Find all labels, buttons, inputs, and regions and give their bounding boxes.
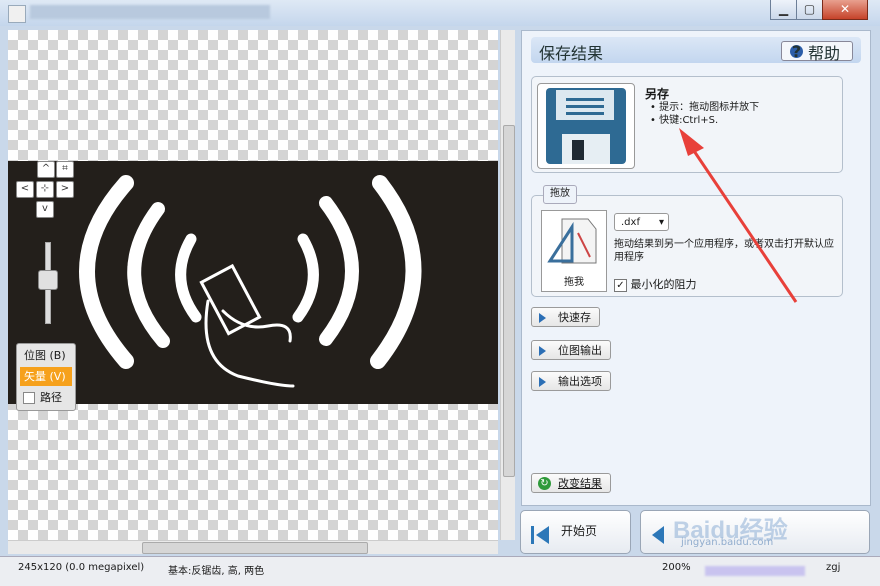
minimize-drag-checkbox[interactable]: ✓ — [614, 278, 627, 292]
image-canvas[interactable]: ^ ⌗ < ⊹ > v 位图 (B) 矢量 (V) 路径 — [8, 30, 498, 540]
save-as-hints: • 提示：拖动图标并放下 • 快键:Ctrl+S. — [650, 101, 759, 127]
card-shape — [199, 263, 262, 336]
drafting-icon — [547, 218, 597, 264]
back-button[interactable]: Baidu经验 jingyan.baidu.com — [640, 510, 870, 554]
mode-path-label: 路径 — [40, 391, 62, 404]
save-as-card: 另存 • 提示：拖动图标并放下 • 快键:Ctrl+S. — [531, 76, 843, 173]
panel-header: 保存结果 ? 帮助 — [531, 37, 861, 63]
panel-title: 保存结果 — [539, 44, 604, 63]
format-value: .dxf — [621, 217, 640, 228]
drag-group-label: 拖放 — [543, 185, 577, 204]
status-blurred-field — [705, 566, 805, 576]
minimize-drag-label: 最小化的阻力 — [630, 278, 697, 291]
arrow-right-icon — [539, 313, 546, 323]
help-label: 帮助 — [808, 44, 841, 63]
refresh-icon: ↻ — [538, 477, 551, 490]
format-select[interactable]: .dxf ▾ — [614, 213, 669, 231]
output-options-button[interactable]: 输出选项 — [531, 371, 611, 391]
drag-me-label: 拖我 — [564, 277, 584, 288]
title-bar: . ▁ ▢ ✕ — [0, 0, 880, 26]
start-page-label: 开始页 — [561, 524, 598, 538]
horizontal-scrollbar[interactable] — [8, 540, 498, 554]
minimize-drag-option[interactable]: ✓ 最小化的阻力 — [614, 276, 697, 292]
vertical-scrollbar[interactable] — [500, 30, 515, 540]
wave-right-mid — [319, 196, 359, 346]
pan-up-button[interactable]: ^ — [37, 161, 55, 178]
mode-vector[interactable]: 矢量 (V) — [20, 367, 72, 386]
status-bar: 245x120 (0.0 megapixel) 基本:反锯齿, 高, 两色 20… — [0, 556, 880, 586]
status-user: zgj — [826, 562, 841, 573]
wave-right-inner — [292, 233, 319, 323]
drag-drop-card: 拖我 .dxf ▾ 拖动结果到另一个应用程序，或者双击打开默认应用程序 ✓ 最小… — [531, 195, 843, 297]
wave-left-mid — [127, 202, 170, 348]
start-page-button[interactable]: 开始页 — [520, 510, 631, 554]
arrow-right-icon — [539, 377, 546, 387]
change-result-button[interactable]: ↻ 改变结果 — [531, 473, 611, 493]
mode-bitmap[interactable]: 位图 (B) — [20, 346, 72, 365]
bitmap-output-button[interactable]: 位图输出 — [531, 340, 611, 360]
path-checkbox[interactable] — [23, 392, 35, 404]
drag-me-button[interactable]: 拖我 — [541, 210, 607, 292]
pan-down-button[interactable]: v — [36, 201, 54, 218]
nfc-image — [79, 175, 422, 388]
help-icon: ? — [790, 42, 803, 61]
drag-description: 拖动结果到另一个应用程序，或者双击打开默认应用程序 — [614, 239, 834, 263]
fit-button[interactable]: ⌗ — [56, 161, 74, 178]
zoom-slider-thumb[interactable] — [38, 270, 58, 290]
horizontal-scroll-thumb[interactable] — [142, 542, 368, 554]
quick-save-button[interactable]: 快速存 — [531, 307, 600, 327]
view-mode-group: 位图 (B) 矢量 (V) 路径 — [16, 343, 76, 411]
maximize-button[interactable]: ▢ — [796, 0, 823, 20]
floppy-disk-icon — [546, 88, 626, 164]
center-button[interactable]: ⊹ — [36, 181, 54, 198]
arrow-right-icon — [539, 346, 546, 356]
save-as-drag-button[interactable] — [537, 83, 635, 169]
watermark-url: jingyan.baidu.com — [681, 537, 774, 548]
minimize-button[interactable]: ▁ — [770, 0, 797, 20]
wave-left-outer — [79, 175, 134, 369]
image-preview — [8, 161, 498, 404]
wave-left-inner — [175, 233, 202, 323]
wave-right-outer — [370, 175, 422, 369]
hint-item: • 快键:Ctrl+S. — [650, 115, 719, 126]
save-as-title: 另存 — [645, 87, 670, 101]
first-page-icon — [530, 521, 550, 544]
pan-right-button[interactable]: > — [56, 181, 74, 198]
help-button[interactable]: ? 帮助 — [781, 41, 853, 63]
pan-left-button[interactable]: < — [16, 181, 34, 198]
status-zoom: 200% — [662, 562, 691, 573]
back-icon — [651, 521, 665, 544]
status-image-size: 245x120 (0.0 megapixel) — [18, 562, 145, 573]
window-title-blurred: . — [30, 5, 270, 19]
status-basics: 基本:反锯齿, 高, 两色 — [168, 566, 265, 577]
vertical-scroll-thumb[interactable] — [503, 125, 515, 477]
hint-item: • 提示：拖动图标并放下 — [650, 102, 760, 113]
app-icon — [8, 5, 26, 23]
close-button[interactable]: ✕ — [822, 0, 868, 20]
save-results-panel: 保存结果 ? 帮助 另存 • 提示：拖动图标并放下 • 快键:Ctrl+S. 拖… — [521, 30, 871, 506]
chevron-down-icon: ▾ — [658, 217, 664, 228]
mode-path[interactable]: 路径 — [20, 388, 72, 407]
